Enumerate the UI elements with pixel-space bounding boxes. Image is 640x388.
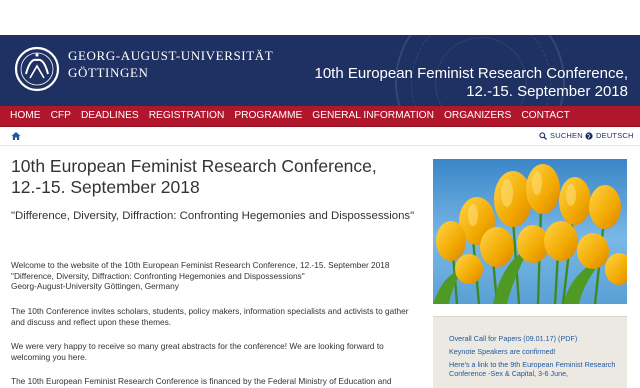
nav-item-programme[interactable]: PROGRAMME xyxy=(229,106,307,126)
invite-paragraph: The 10th Conference invites scholars, st… xyxy=(11,306,409,327)
welcome-line-2: "Difference, Diversity, Diffraction: Con… xyxy=(11,270,305,281)
sidebar-link-call-for-papers[interactable]: Overall Call for Papers (09.01.17) (PDF) xyxy=(449,334,617,343)
sidebar-link-9th-conference[interactable]: Here's a link to the 9th European Femini… xyxy=(449,360,617,378)
nav-item-deadlines[interactable]: DEADLINES xyxy=(76,106,144,126)
utility-bar: SUCHEN DEUTSCH xyxy=(0,127,640,146)
sidebar-news-box: Overall Call for Papers (09.01.17) (PDF)… xyxy=(433,316,627,388)
main-navigation: HOME CFP DEADLINES REGISTRATION PROGRAMM… xyxy=(0,106,640,126)
tulip-photo xyxy=(433,159,627,304)
home-icon[interactable] xyxy=(11,131,21,141)
nav-item-registration[interactable]: REGISTRATION xyxy=(144,106,230,126)
university-name-line2: GÖTTINGEN xyxy=(68,65,149,80)
welcome-line-1: Welcome to the website of the 10th Europ… xyxy=(11,260,390,270)
language-label: DEUTSCH xyxy=(596,131,634,140)
university-name[interactable]: GEORG-AUGUST-UNIVERSITÄT GÖTTINGEN xyxy=(68,47,273,81)
nav-item-cfp[interactable]: CFP xyxy=(46,106,76,126)
search-link[interactable]: SUCHEN xyxy=(539,131,583,140)
sidebar-link-keynote-speakers[interactable]: Keynote Speakers are confirmed! xyxy=(449,347,617,356)
university-logo-icon[interactable] xyxy=(12,44,62,94)
abstracts-paragraph: We were very happy to receive so many gr… xyxy=(11,341,384,362)
header-conference-title: 10th European Feminist Research Conferen… xyxy=(314,65,628,100)
welcome-line-3: Georg-August-University Göttingen, Germa… xyxy=(11,281,179,291)
welcome-paragraph: Welcome to the website of the 10th Europ… xyxy=(11,260,419,292)
main-content: 10th European Feminist Research Conferen… xyxy=(11,156,419,386)
sidebar: Overall Call for Papers (09.01.17) (PDF)… xyxy=(433,159,627,388)
search-icon xyxy=(539,131,547,140)
funding-paragraph: The 10th European Feminist Research Conf… xyxy=(11,376,392,386)
page-title: 10th European Feminist Research Conferen… xyxy=(11,156,377,197)
nav-item-general-information[interactable]: GENERAL INFORMATION xyxy=(307,106,439,126)
globe-icon xyxy=(585,131,593,140)
language-switch[interactable]: DEUTSCH xyxy=(585,131,634,140)
university-name-line1: GEORG-AUGUST-UNIVERSITÄT xyxy=(68,48,274,63)
nav-item-organizers[interactable]: ORGANIZERS xyxy=(439,106,516,126)
search-label: SUCHEN xyxy=(550,131,583,140)
nav-item-contact[interactable]: CONTACT xyxy=(516,106,574,126)
nav-item-home[interactable]: HOME xyxy=(5,106,46,126)
conference-subtitle: "Difference, Diversity, Diffraction: Con… xyxy=(11,210,415,222)
site-header: GEORG-AUGUST-UNIVERSITÄT GÖTTINGEN 10th … xyxy=(0,35,640,106)
top-white-bar xyxy=(0,0,640,35)
